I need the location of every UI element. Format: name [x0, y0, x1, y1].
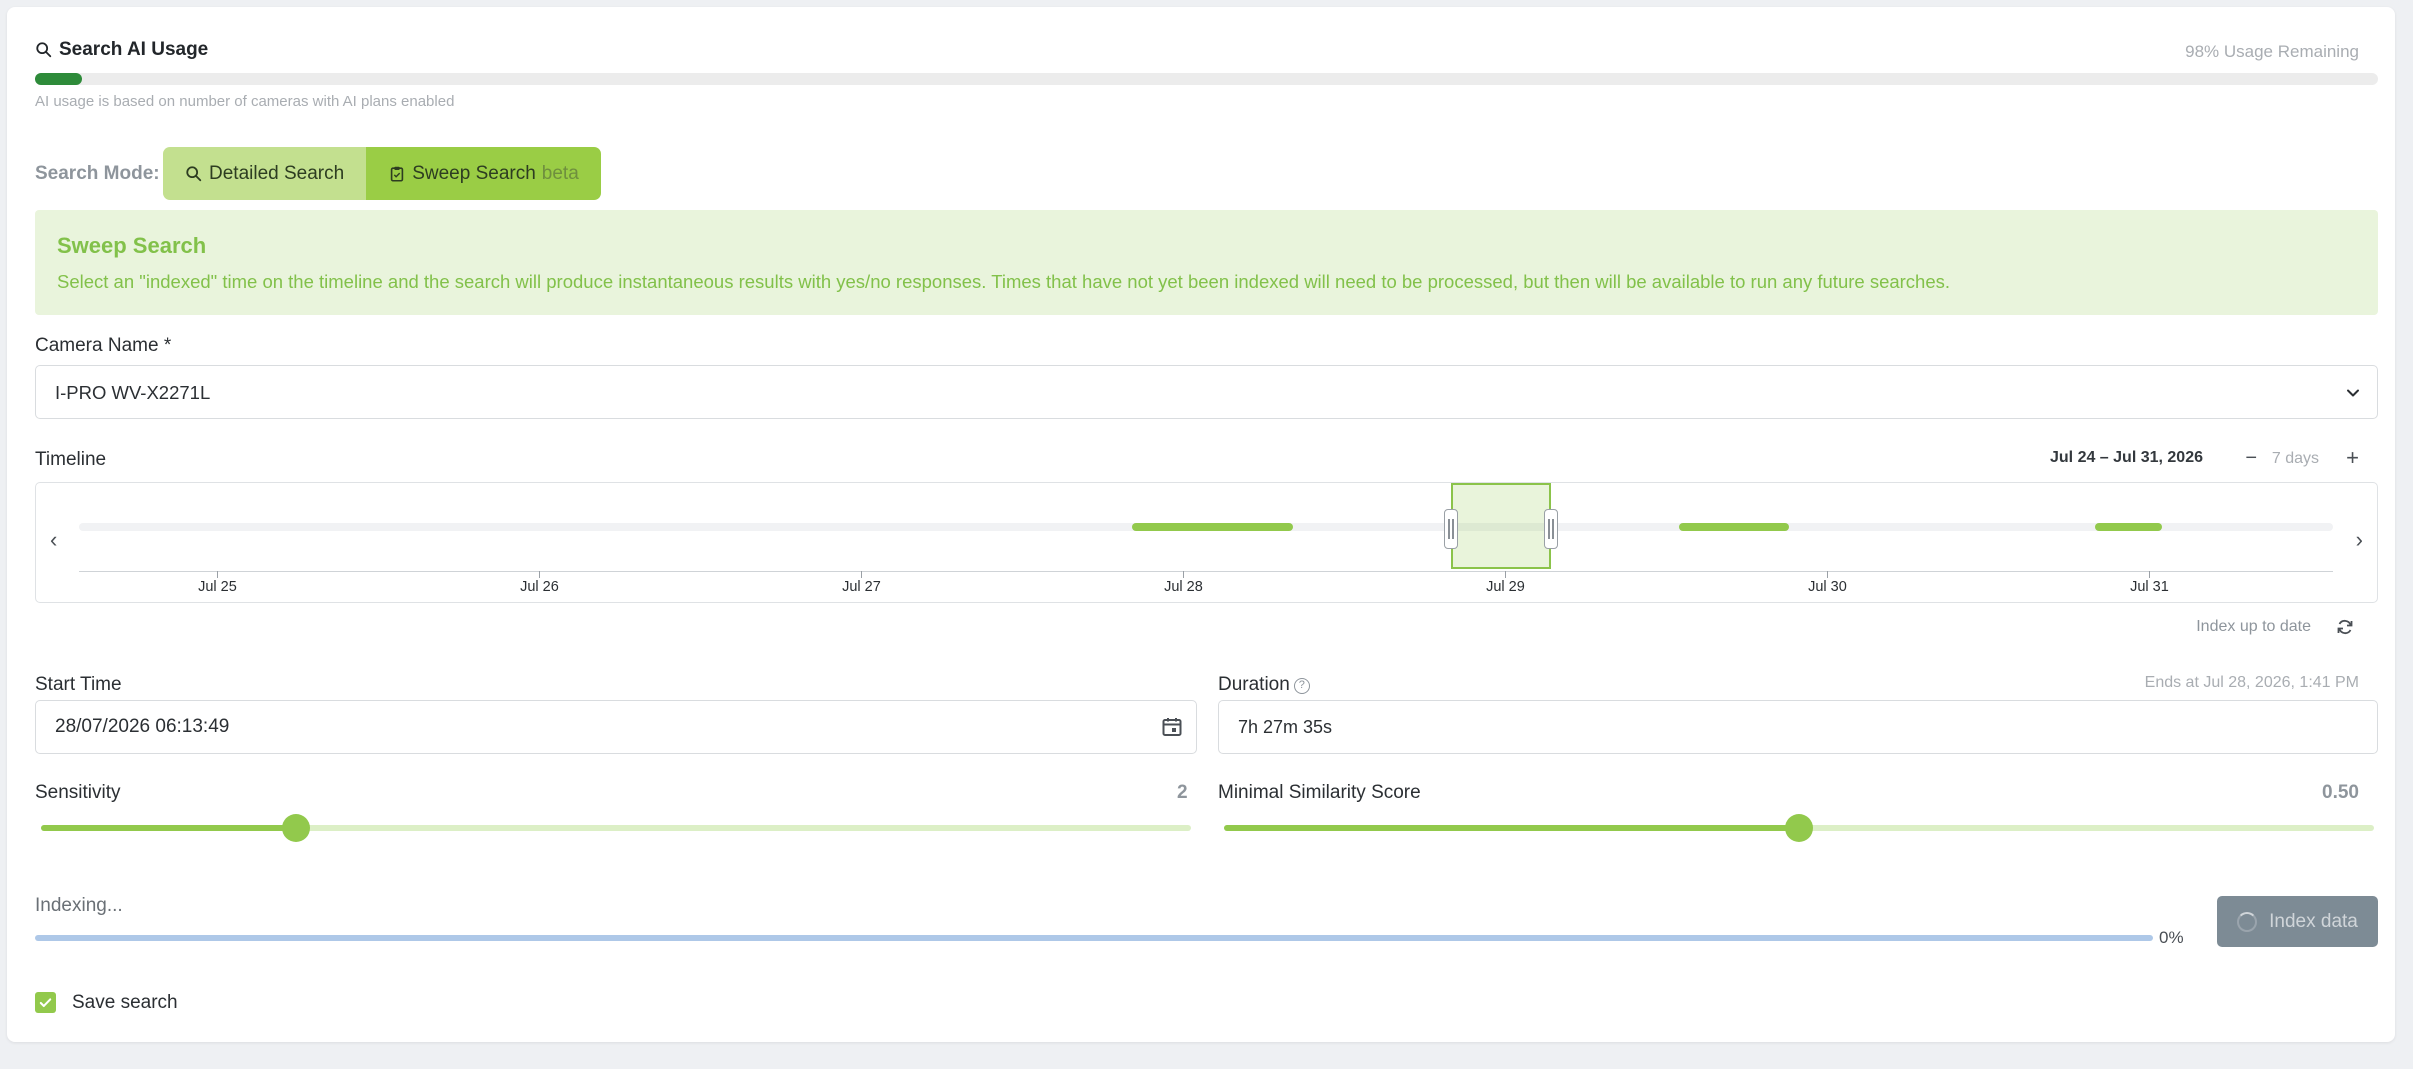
banner-text: Select an "indexed" time on the timeline… — [57, 271, 1951, 292]
timeline-label: Timeline — [35, 449, 107, 470]
indexing-label: Indexing... — [35, 895, 123, 916]
sweep-search-panel: Search AI Usage 98% Usage Remaining AI u… — [7, 7, 2395, 1042]
sweep-search-label: Sweep Search — [412, 162, 536, 184]
similarity-slider-fill — [1224, 825, 1799, 831]
sensitivity-slider-thumb[interactable] — [282, 814, 311, 842]
timeline-tick-label: Jul 25 — [198, 579, 237, 595]
timeline-next-button[interactable]: › — [2356, 527, 2363, 553]
timeline-tick-label: Jul 27 — [842, 579, 881, 595]
start-time-value: 28/07/2026 06:13:49 — [55, 716, 230, 737]
timeline-tick — [1505, 571, 1507, 578]
duration-label-text: Duration — [1218, 674, 1290, 695]
sweep-info-banner — [35, 210, 2378, 315]
search-icon — [36, 42, 52, 58]
banner-title: Sweep Search — [57, 233, 207, 258]
usage-remaining: 98% Usage Remaining — [2185, 42, 2359, 61]
spinner-icon — [2237, 911, 2258, 932]
timeline-tick-label: Jul 28 — [1164, 579, 1203, 595]
search-mode-toggle: Detailed Search Sweep Search beta — [163, 147, 601, 200]
chevron-down-icon — [2347, 389, 2359, 397]
timeline-axis — [79, 571, 2333, 572]
camera-select-value: I-PRO WV-X2271L — [55, 382, 211, 403]
timeline-tick-label: Jul 31 — [2130, 579, 2169, 595]
sensitivity-label: Sensitivity — [35, 782, 121, 803]
duration-input[interactable]: 7h 27m 35s — [1218, 700, 2378, 754]
timeline-tick — [2149, 571, 2151, 578]
help-icon[interactable]: ? — [1293, 678, 1310, 694]
beta-badge: beta — [541, 162, 579, 184]
save-search-checkbox[interactable] — [35, 992, 56, 1013]
selection-start-handle[interactable] — [1443, 509, 1458, 549]
usage-title-text: Search AI Usage — [59, 39, 209, 60]
indexed-segment[interactable] — [1131, 523, 1293, 531]
clipboard-icon — [390, 166, 404, 182]
search-mode-label: Search Mode: — [35, 163, 160, 184]
selection-end-handle[interactable] — [1543, 509, 1558, 549]
indexing-percent: 0% — [2159, 928, 2184, 947]
camera-select[interactable]: I-PRO WV-X2271L — [35, 365, 2378, 419]
timeline-tick-label: Jul 29 — [1486, 579, 1525, 595]
sensitivity-value: 2 — [1177, 782, 1188, 803]
timeline[interactable]: ‹ › Jul 25 Jul 26 Jul 27 Jul 28 Jul 29 Jul 30… — [35, 482, 2378, 603]
start-time-label: Start Time — [35, 674, 122, 695]
usage-progress-bar — [35, 73, 2378, 85]
duration-label: Duration? — [1218, 674, 1310, 696]
timeline-tick — [217, 571, 219, 578]
timeline-tick — [539, 571, 541, 578]
detailed-search-button[interactable]: Detailed Search — [163, 147, 367, 200]
timeline-range: Jul 24 – Jul 31, 2026 — [2050, 449, 2203, 466]
zoom-in-button[interactable]: + — [2346, 445, 2359, 471]
search-icon — [186, 165, 202, 181]
zoom-level: 7 days — [2271, 450, 2319, 467]
start-time-input[interactable]: 28/07/2026 06:13:49 — [35, 700, 1197, 754]
indexed-segment[interactable] — [2094, 523, 2163, 531]
timeline-tick — [1827, 571, 1829, 578]
duration-ends-at: Ends at Jul 28, 2026, 1:41 PM — [2144, 674, 2359, 691]
camera-name-label: Camera Name * — [35, 335, 172, 356]
usage-title: Search AI Usage — [35, 39, 208, 61]
index-status: Index up to date — [2196, 618, 2311, 635]
index-data-label: Index data — [2269, 910, 2358, 932]
timeline-tick-label: Jul 30 — [1808, 579, 1847, 595]
usage-progress-fill — [35, 73, 82, 85]
similarity-slider-thumb[interactable] — [1785, 814, 1813, 842]
timeline-tick — [1183, 571, 1185, 578]
calendar-icon[interactable] — [1160, 715, 1184, 739]
sensitivity-slider[interactable] — [41, 814, 1191, 842]
refresh-icon[interactable] — [2335, 617, 2355, 637]
similarity-value: 0.50 — [2322, 782, 2359, 803]
timeline-prev-button[interactable]: ‹ — [50, 527, 57, 553]
sensitivity-slider-fill — [41, 825, 297, 831]
duration-value: 7h 27m 35s — [1238, 717, 1333, 737]
indexing-progress-bar — [35, 935, 2153, 941]
check-icon — [39, 998, 52, 1007]
detailed-search-label: Detailed Search — [209, 162, 345, 184]
save-search-label: Save search — [72, 992, 178, 1013]
index-data-button[interactable]: Index data — [2217, 896, 2378, 947]
indexed-segment[interactable] — [1679, 523, 1789, 531]
similarity-label: Minimal Similarity Score — [1218, 782, 1421, 803]
similarity-slider[interactable] — [1224, 814, 2374, 842]
timeline-tick-label: Jul 26 — [520, 579, 559, 595]
timeline-selection[interactable] — [1443, 483, 1558, 569]
timeline-tick — [861, 571, 863, 578]
usage-note: AI usage is based on number of cameras w… — [35, 93, 455, 110]
sweep-search-button[interactable]: Sweep Search beta — [366, 147, 601, 200]
zoom-out-button[interactable]: − — [2245, 447, 2257, 470]
timeline-track[interactable] — [79, 523, 2333, 531]
